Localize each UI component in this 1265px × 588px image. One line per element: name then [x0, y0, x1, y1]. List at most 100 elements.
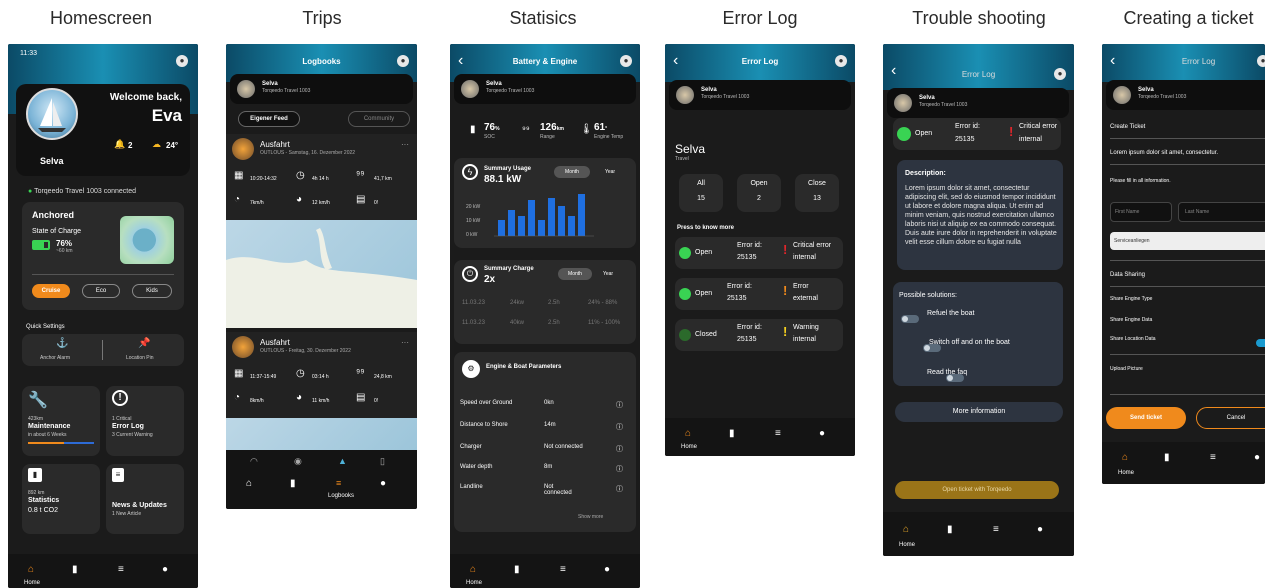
doc-icon[interactable]: ▯ — [380, 456, 385, 467]
info-icon[interactable]: ⓘ — [616, 444, 623, 454]
profile-icon[interactable]: ● — [1257, 55, 1265, 67]
usage-card: ϟ Summary Usage 88.1 kW Month Year 20 kW… — [454, 158, 636, 248]
solution-toggle[interactable] — [901, 315, 919, 323]
home-icon[interactable]: ⌂ — [685, 428, 691, 439]
send-ticket-button[interactable]: Send ticket — [1106, 407, 1186, 429]
mode-kids-button[interactable]: Kids — [132, 284, 172, 298]
trip-map-1[interactable] — [226, 220, 417, 328]
anchor-icon[interactable]: ⚓ — [56, 338, 68, 349]
home-icon[interactable]: ⌂ — [28, 564, 34, 575]
logbook-icon[interactable]: ≡ — [118, 564, 124, 575]
year-toggle[interactable]: Year — [598, 166, 622, 178]
home-icon[interactable]: ⌂ — [903, 524, 909, 535]
trip-photo — [232, 138, 254, 160]
info-icon[interactable]: ⓘ — [616, 464, 623, 474]
boat-selector[interactable]: Selva Torqeedo Travel 1003 — [669, 80, 851, 110]
bottom-nav: ⌂ Home ▮ ≡ ● — [883, 512, 1074, 556]
boat-icon[interactable]: ▲ — [338, 456, 347, 466]
count-close[interactable]: Close 13 — [795, 174, 839, 212]
logbook-icon[interactable]: ≡ — [336, 478, 341, 488]
boat-selector[interactable]: Selva Torqeedo Travel 1003 — [454, 74, 636, 104]
more-icon[interactable]: ··· — [401, 140, 409, 149]
pin-icon[interactable]: 📌 — [138, 338, 150, 349]
mode-cruise-button[interactable]: Cruise — [32, 284, 70, 298]
gauge-icon[interactable]: ◠ — [250, 456, 258, 467]
year-toggle[interactable]: Year — [596, 268, 620, 280]
show-more-link[interactable]: Show more — [578, 514, 603, 520]
tile-news[interactable]: ≡ News & Updates 1 New Article — [106, 464, 184, 534]
boat-selector[interactable]: Selva Torqeedo Travel 1003 — [230, 74, 413, 104]
logbook-icon[interactable]: ≡ — [1210, 452, 1216, 463]
logbook-icon[interactable]: ≡ — [993, 524, 999, 535]
map-thumbnail[interactable] — [120, 216, 174, 264]
open-ticket-button[interactable]: Open ticket with Torqeedo — [895, 481, 1059, 499]
calendar-icon: ▦ — [234, 368, 244, 379]
error-state: Closed — [695, 331, 717, 338]
boat-name: Selva — [262, 81, 278, 87]
trip-photo — [232, 336, 254, 358]
trip-card-2[interactable]: Ausfahrt OUTLOUS - Freitag, 30. Dezember… — [226, 332, 417, 418]
map-icon[interactable]: ▮ — [947, 524, 953, 535]
mode-eco-button[interactable]: Eco — [82, 284, 120, 298]
month-toggle[interactable]: Month — [558, 268, 592, 280]
map-icon[interactable]: ▮ — [729, 428, 735, 439]
user-icon[interactable]: ● — [1037, 524, 1043, 535]
trip-time: 10:20-14:32 — [250, 176, 277, 182]
count-all[interactable]: All 15 — [679, 174, 723, 212]
tile-error-log[interactable]: ! 1 Critical Error Log 3 Current Warning — [106, 386, 184, 456]
location-pin-label[interactable]: Location Pin — [126, 355, 154, 361]
bell-icon[interactable]: 🔔 — [114, 139, 125, 150]
logbook-icon[interactable]: ≡ — [560, 564, 566, 575]
profile-icon[interactable]: ● — [620, 55, 632, 67]
share-engine-type-toggle[interactable] — [1256, 339, 1265, 347]
profile-icon[interactable]: ● — [1054, 68, 1066, 80]
profile-icon[interactable]: ● — [835, 55, 847, 67]
map-icon[interactable]: ▮ — [290, 478, 296, 489]
count-open[interactable]: Open 2 — [737, 174, 781, 212]
upload-picture-label[interactable]: Upload Picture — [1110, 366, 1143, 372]
tab-own-feed[interactable]: Eigener Feed — [238, 111, 300, 127]
speed-icon: ◔ — [234, 194, 241, 205]
user-icon[interactable]: ● — [819, 428, 825, 439]
error-item[interactable]: Closed Error id: 25135 ! Warning interna… — [675, 319, 843, 351]
error-type: internal — [1019, 136, 1042, 143]
boat-selector[interactable]: Selva Torqeedo Travel 1003 — [1106, 80, 1265, 110]
trip-map-2[interactable] — [226, 418, 417, 450]
tile-maintenance[interactable]: 🔧 423km Maintenance in about 6 Weeks — [22, 386, 100, 456]
info-icon[interactable]: ⓘ — [616, 422, 623, 432]
error-item[interactable]: Open Error id: 25135 ! Error external — [675, 278, 843, 310]
error-summary: Open Error id: 25135 ! Critical error in… — [893, 118, 1061, 150]
boat-selector[interactable]: Selva Torqeedo Travel 1003 — [887, 88, 1069, 118]
share-item-label: Share Location Data — [1110, 336, 1156, 342]
home-icon[interactable]: ⌂ — [1122, 452, 1128, 463]
more-info-button[interactable]: More information — [895, 402, 1063, 422]
profile-icon[interactable]: ● — [176, 55, 188, 67]
last-name-field[interactable]: Last Name — [1178, 202, 1265, 222]
user-icon[interactable]: ● — [380, 478, 386, 489]
home-icon[interactable]: ⌂ — [470, 564, 476, 575]
trip-card-1[interactable]: Ausfahrt OUTLOUS - Samstag, 16. Dezember… — [226, 134, 417, 220]
service-select[interactable]: Serviceanliegen — [1110, 232, 1265, 250]
info-icon[interactable]: ⓘ — [616, 484, 623, 494]
more-icon[interactable]: ··· — [401, 338, 409, 347]
home-icon[interactable]: ⌂ — [246, 478, 252, 489]
error-item[interactable]: Open Error id: 25135 ! Critical error in… — [675, 237, 843, 269]
tile-statistics[interactable]: ▮ 892 km Statistics 0.8 t CO2 — [22, 464, 100, 534]
info-icon[interactable]: ⓘ — [616, 400, 623, 410]
cancel-button[interactable]: Cancel — [1196, 407, 1265, 429]
tab-community[interactable]: Community — [348, 111, 410, 127]
status-card: Anchored State of Charge 76% ~60 km Crui… — [22, 202, 184, 310]
status-title: Anchored — [32, 210, 75, 220]
month-toggle[interactable]: Month — [554, 166, 590, 178]
user-icon[interactable]: ● — [1254, 452, 1260, 463]
user-icon[interactable]: ● — [162, 564, 168, 575]
map-icon[interactable]: ▮ — [514, 564, 520, 575]
logbook-icon[interactable]: ≡ — [775, 428, 781, 439]
map-icon[interactable]: ▮ — [1164, 452, 1170, 463]
map-icon[interactable]: ▮ — [72, 564, 78, 575]
anchor-alarm-label[interactable]: Anchor Alarm — [40, 355, 70, 361]
user-icon[interactable]: ● — [604, 564, 610, 575]
first-name-field[interactable]: First Name — [1110, 202, 1172, 222]
location-icon[interactable]: ◉ — [294, 456, 302, 467]
profile-icon[interactable]: ● — [397, 55, 409, 67]
